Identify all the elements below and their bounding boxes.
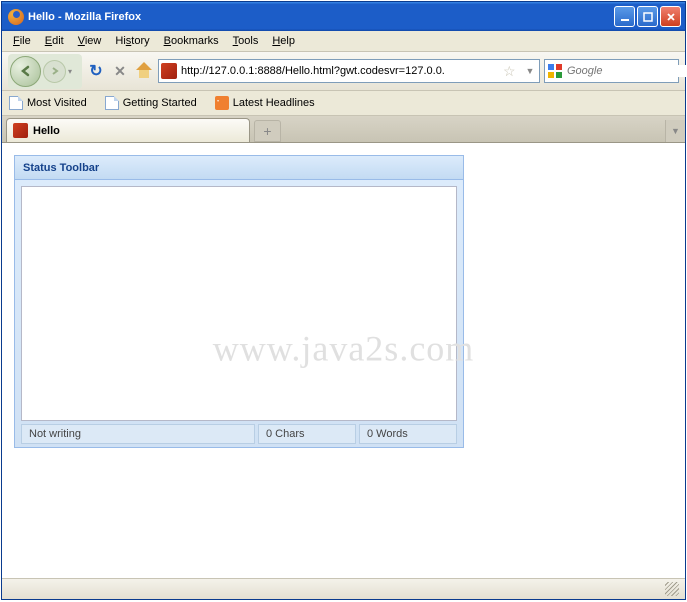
new-tab-button[interactable]: +	[254, 120, 281, 142]
panel-title: Status Toolbar	[15, 156, 463, 180]
status-message: Not writing	[21, 424, 255, 444]
reload-button[interactable]: ↻	[86, 61, 106, 81]
menu-help[interactable]: Help	[265, 33, 302, 49]
status-chars: 0 Chars	[258, 424, 356, 444]
menu-bookmarks[interactable]: Bookmarks	[157, 33, 226, 49]
tab-list-button[interactable]: ▼	[665, 120, 685, 142]
status-toolbar-panel: Status Toolbar Not writing 0 Chars 0 Wor…	[14, 155, 464, 448]
status-row: Not writing 0 Chars 0 Words	[21, 421, 457, 447]
page-icon	[105, 96, 119, 110]
home-button[interactable]	[134, 61, 154, 81]
back-button[interactable]	[10, 56, 41, 87]
page-content: www.java2s.com Status Toolbar Not writin…	[2, 143, 685, 578]
url-bar[interactable]: ☆ ▼	[158, 59, 540, 83]
tab-favicon-icon	[13, 123, 28, 138]
bookmark-label: Most Visited	[27, 97, 87, 109]
menu-file[interactable]: File	[6, 33, 38, 49]
menu-view[interactable]: View	[71, 33, 109, 49]
bookmark-latest-headlines[interactable]: Latest Headlines	[212, 94, 318, 112]
menubar: File Edit View History Bookmarks Tools H…	[2, 31, 685, 52]
forward-button[interactable]	[43, 60, 66, 83]
home-icon	[136, 64, 152, 78]
bookmark-most-visited[interactable]: Most Visited	[6, 94, 90, 112]
maximize-button[interactable]	[637, 6, 658, 27]
site-favicon-icon	[161, 63, 177, 79]
firefox-window: Hello - Mozilla Firefox File Edit View H…	[1, 1, 686, 600]
tab-bar: Hello + ▼	[2, 116, 685, 143]
menu-history[interactable]: History	[108, 33, 156, 49]
search-bar[interactable]	[544, 59, 679, 83]
rss-icon	[215, 96, 229, 110]
browser-statusbar	[2, 578, 685, 599]
url-dropdown-icon[interactable]: ▼	[523, 66, 537, 76]
window-title: Hello - Mozilla Firefox	[28, 11, 614, 23]
resize-grip[interactable]	[665, 582, 679, 596]
tab-label: Hello	[33, 125, 60, 137]
status-words: 0 Words	[359, 424, 457, 444]
stop-button[interactable]: ✕	[110, 61, 130, 81]
bookmark-getting-started[interactable]: Getting Started	[102, 94, 200, 112]
tab-hello[interactable]: Hello	[6, 118, 250, 142]
google-icon[interactable]	[547, 63, 563, 79]
search-input[interactable]	[567, 65, 687, 77]
bookmark-label: Latest Headlines	[233, 97, 315, 109]
text-area[interactable]	[21, 186, 457, 421]
bookmark-star-icon[interactable]: ☆	[503, 63, 519, 79]
minimize-button[interactable]	[614, 6, 635, 27]
close-button[interactable]	[660, 6, 681, 27]
bookmarks-toolbar: Most Visited Getting Started Latest Head…	[2, 91, 685, 116]
url-input[interactable]	[181, 65, 499, 77]
navigation-toolbar: ▾ ↻ ✕ ☆ ▼	[2, 52, 685, 91]
menu-edit[interactable]: Edit	[38, 33, 71, 49]
bookmark-label: Getting Started	[123, 97, 197, 109]
firefox-icon	[8, 9, 24, 25]
titlebar[interactable]: Hello - Mozilla Firefox	[2, 2, 685, 31]
history-dropdown-icon[interactable]: ▾	[68, 67, 80, 76]
page-icon	[9, 96, 23, 110]
menu-tools[interactable]: Tools	[226, 33, 266, 49]
